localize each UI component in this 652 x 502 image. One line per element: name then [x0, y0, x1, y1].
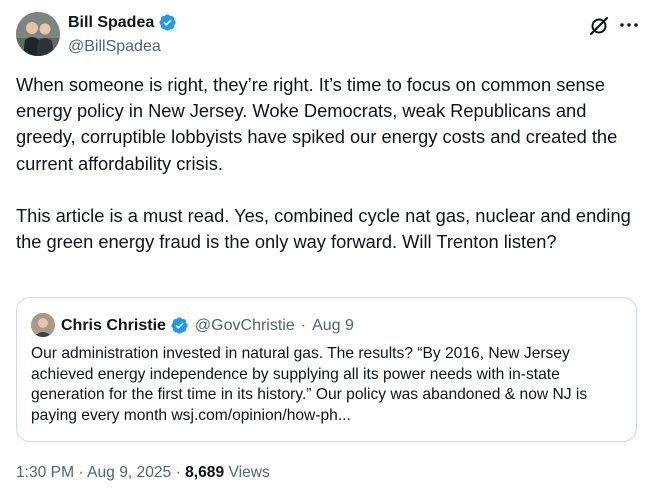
quoted-text: Our administration invested in natural g… — [31, 345, 588, 424]
verified-badge-icon — [170, 316, 189, 335]
views-label[interactable]: Views — [228, 464, 269, 481]
views-count[interactable]: 8,689 — [185, 464, 224, 481]
quoted-author-name[interactable]: Chris Christie — [61, 317, 166, 335]
quoted-author-avatar[interactable] — [31, 313, 55, 337]
author-avatar[interactable] — [16, 12, 60, 56]
quoted-author-handle[interactable]: @GovChristie — [195, 317, 295, 335]
meta-separator: · — [78, 464, 84, 481]
author-handle[interactable]: @BillSpadea — [68, 38, 161, 56]
author-name-row[interactable]: Bill Spadea — [68, 13, 177, 32]
more-icon[interactable] — [618, 14, 640, 36]
quoted-tweet[interactable]: Chris Christie @GovChristie · Aug 9 Our … — [16, 297, 637, 442]
quoted-date[interactable]: Aug 9 — [312, 317, 354, 335]
quoted-separator: · — [300, 316, 307, 334]
author-name[interactable]: Bill Spadea — [68, 14, 154, 32]
tweet-time[interactable]: 1:30 PM — [16, 464, 74, 481]
tweet-text: When someone is right, they’re right. It… — [16, 74, 631, 253]
verified-badge-icon — [158, 13, 177, 32]
meta-separator: · — [175, 464, 181, 481]
tweet-meta: 1:30 PM · Aug 9, 2025 · 8,689 Views — [16, 464, 270, 482]
grok-icon[interactable] — [588, 15, 610, 37]
quoted-header: Chris Christie @GovChristie · Aug 9 — [61, 316, 354, 335]
tweet-date[interactable]: Aug 9, 2025 — [87, 464, 171, 481]
